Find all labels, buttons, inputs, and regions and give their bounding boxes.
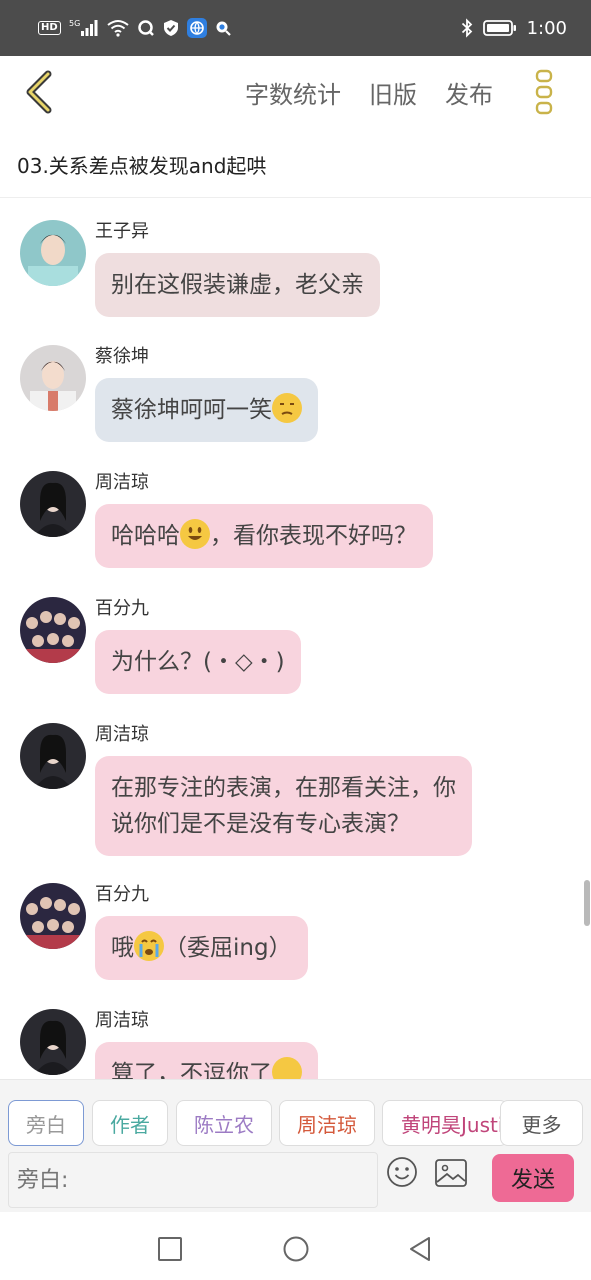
status-right: 1:00 — [461, 18, 567, 39]
recent-apps-button[interactable] — [155, 1234, 185, 1264]
battery-icon — [482, 19, 517, 37]
chat-scrollbar[interactable] — [584, 880, 590, 926]
message-bubble[interactable]: 为什么？(・◇・) — [95, 630, 301, 694]
system-nav-bar — [0, 1212, 591, 1280]
role-label: 黄明昊Justin — [401, 1112, 508, 1137]
more-roles-label: 更多 — [521, 1112, 562, 1137]
back-button[interactable] — [20, 68, 60, 116]
vertical-dots-icon — [535, 69, 553, 115]
role-selector: 旁白 作者 陈立农 周洁琼 黄明昊Justin 更多 — [8, 1100, 583, 1148]
more-menu-button[interactable] — [533, 69, 555, 115]
publish-button[interactable]: 发布 — [445, 75, 493, 110]
message-text: 哈哈哈 — [111, 523, 180, 549]
message-text-tail: （委屈ing） — [164, 935, 292, 961]
app-q-icon — [137, 19, 155, 37]
word-count-button[interactable]: 字数统计 — [245, 75, 341, 110]
avatar[interactable] — [20, 345, 86, 411]
role-chip-chen-linong[interactable]: 陈立农 — [176, 1100, 272, 1146]
back-triangle-icon — [410, 1237, 430, 1261]
unamused-face-emoji — [272, 393, 302, 423]
home-icon — [283, 1236, 309, 1262]
message-bubble[interactable]: 哈哈哈 ，看你表现不好吗？ — [95, 504, 433, 568]
chevron-left-icon — [26, 70, 52, 114]
image-icon — [435, 1159, 467, 1187]
signal-icon: 5G — [69, 18, 99, 38]
home-button[interactable] — [281, 1234, 311, 1264]
role-chip-zhou-jieqiong[interactable]: 周洁琼 — [279, 1100, 375, 1146]
sender-name: 百分九 — [95, 598, 149, 619]
hd-icon: HD — [38, 21, 61, 35]
clock: 1:00 — [526, 17, 567, 39]
smiling-face-emoji — [180, 519, 210, 549]
smiling-face-emoji — [272, 1057, 302, 1079]
role-chip-huang-minghao[interactable]: 黄明昊Justin — [382, 1100, 508, 1146]
sender-name: 周洁琼 — [95, 1010, 149, 1031]
sender-name: 蔡徐坤 — [95, 346, 149, 367]
message-bubble[interactable]: 算了，不逗你了 — [95, 1042, 318, 1079]
emoji-button[interactable] — [386, 1156, 418, 1188]
message-text: 别在这假装谦虚，老父亲 — [111, 272, 364, 298]
message-text-line: 说你们是不是没有专心表演？ — [111, 811, 410, 837]
role-chip-author[interactable]: 作者 — [92, 1100, 168, 1146]
wifi-icon — [107, 19, 129, 37]
message-text-line: 在那专注的表演，在那看关注，你 — [111, 775, 456, 801]
top-actions: 字数统计 旧版 发布 — [245, 56, 493, 128]
screen: HD 5G 1:00 字数统计 旧版 发布 03.关系差点被发现and起哄 王子… — [0, 0, 591, 1280]
message-bubble[interactable]: 在那专注的表演，在那看关注，你 说你们是不是没有专心表演？ — [95, 756, 472, 856]
avatar[interactable] — [20, 471, 86, 537]
message-bubble[interactable]: 蔡徐坤呵呵一笑 — [95, 378, 318, 442]
message-text: 为什么？(・◇・) — [111, 649, 285, 675]
back-nav-button[interactable] — [405, 1234, 435, 1264]
chat-list[interactable]: 王子异 别在这假装谦虚，老父亲 蔡徐坤 蔡徐坤呵呵一笑 周洁琼 哈哈哈 ，看你表… — [0, 199, 591, 1079]
recent-apps-icon — [158, 1237, 182, 1261]
message-input[interactable] — [8, 1152, 378, 1208]
send-button[interactable]: 发送 — [492, 1154, 574, 1202]
image-button[interactable] — [434, 1158, 468, 1188]
more-roles-button[interactable]: 更多 — [500, 1100, 583, 1146]
sender-name: 百分九 — [95, 884, 149, 905]
message-text: 蔡徐坤呵呵一笑 — [111, 397, 272, 423]
sender-name: 周洁琼 — [95, 472, 149, 493]
message-text: 哦 — [111, 935, 134, 961]
avatar[interactable] — [20, 883, 86, 949]
input-row: 发送 — [8, 1152, 583, 1212]
message-text-tail: ，看你表现不好吗？ — [210, 523, 417, 549]
role-label: 周洁琼 — [297, 1112, 357, 1137]
role-chip-narrator[interactable]: 旁白 — [8, 1100, 84, 1146]
sender-name: 周洁琼 — [95, 724, 149, 745]
crying-face-emoji — [134, 931, 164, 961]
role-label: 陈立农 — [194, 1112, 254, 1137]
avatar[interactable] — [20, 723, 86, 789]
editor-top-bar: 字数统计 旧版 发布 — [0, 56, 591, 128]
status-left-icons: HD 5G — [38, 18, 231, 38]
sender-name: 王子异 — [95, 221, 149, 242]
message-bubble[interactable]: 别在这假装谦虚，老父亲 — [95, 253, 380, 317]
role-label: 旁白 — [26, 1112, 66, 1137]
avatar[interactable] — [20, 597, 86, 663]
message-bubble[interactable]: 哦 （委屈ing） — [95, 916, 308, 980]
role-label: 作者 — [110, 1112, 150, 1137]
bluetooth-icon — [461, 18, 473, 38]
shield-icon — [163, 19, 179, 37]
message-text: 算了，不逗你了 — [111, 1061, 272, 1079]
old-version-button[interactable]: 旧版 — [369, 75, 417, 110]
avatar[interactable] — [20, 220, 86, 286]
status-bar: HD 5G 1:00 — [0, 0, 591, 56]
browser-icon — [186, 18, 207, 38]
smiley-icon — [387, 1157, 417, 1187]
avatar[interactable] — [20, 1009, 86, 1075]
signal-label: 5G — [69, 19, 80, 28]
app-search-icon — [215, 20, 231, 36]
chapter-title[interactable]: 03.关系差点被发现and起哄 — [0, 128, 591, 198]
composer: 旁白 作者 陈立农 周洁琼 黄明昊Justin 更多 旁白: 发送 — [0, 1079, 591, 1212]
